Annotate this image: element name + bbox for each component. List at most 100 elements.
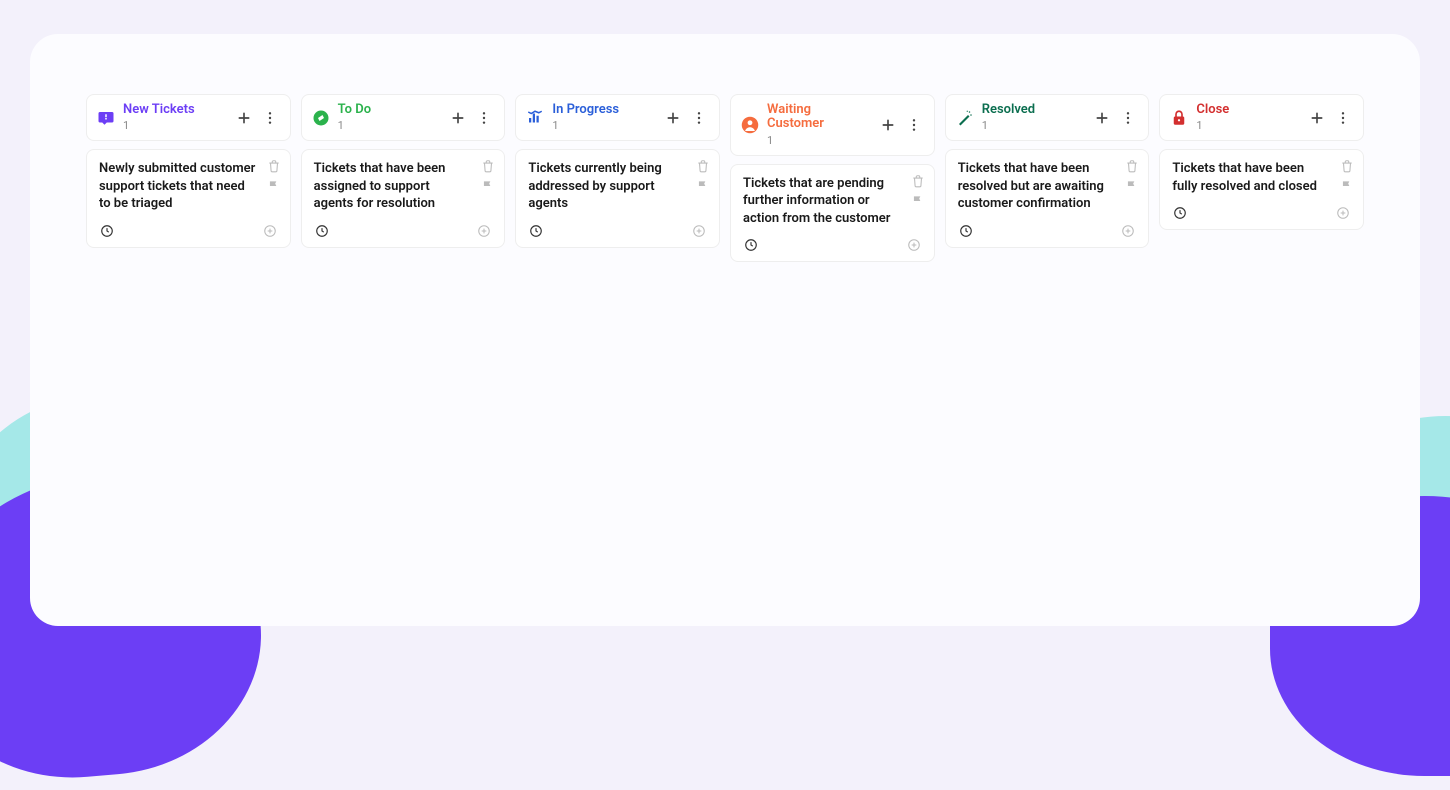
column-actions — [878, 115, 924, 135]
clock-icon[interactable] — [314, 223, 330, 239]
add-card-button[interactable] — [234, 108, 254, 128]
card-side-icons — [695, 158, 711, 194]
column-header: New Tickets 1 — [86, 94, 291, 141]
card-description: Tickets that are pending further informa… — [743, 175, 922, 228]
column-title[interactable]: In Progress — [552, 103, 655, 117]
column-title[interactable]: Waiting Customer — [767, 103, 870, 132]
clock-icon[interactable] — [743, 237, 759, 253]
card-description: Tickets that have been assigned to suppo… — [314, 160, 493, 213]
column-title-wrap: Resolved 1 — [982, 103, 1085, 132]
card-side-icons — [1124, 158, 1140, 194]
ticket-card[interactable]: Tickets currently being addressed by sup… — [515, 149, 720, 248]
ticket-card[interactable]: Tickets that have been resolved but are … — [945, 149, 1150, 248]
wand-icon — [956, 109, 974, 127]
column-title-wrap: Close 1 — [1196, 103, 1299, 132]
card-footer — [1172, 205, 1351, 221]
column-count: 1 — [123, 119, 226, 132]
delete-card-button[interactable] — [266, 158, 282, 174]
column-count: 1 — [982, 119, 1085, 132]
card-description: Newly submitted customer support tickets… — [99, 160, 278, 213]
column-waiting-customer: Waiting Customer 1 Tickets that are pendin… — [730, 94, 935, 626]
flag-card-button[interactable] — [695, 178, 711, 194]
add-subtask-button[interactable] — [1120, 223, 1136, 239]
delete-card-button[interactable] — [910, 173, 926, 189]
flag-card-button[interactable] — [910, 193, 926, 209]
column-title[interactable]: To Do — [338, 103, 441, 117]
ticket-card[interactable]: Newly submitted customer support tickets… — [86, 149, 291, 248]
column-more-button[interactable] — [904, 115, 924, 135]
column-actions — [663, 108, 709, 128]
card-description: Tickets currently being addressed by sup… — [528, 160, 707, 213]
card-side-icons — [910, 173, 926, 209]
column-count: 1 — [1196, 119, 1299, 132]
card-side-icons — [266, 158, 282, 194]
card-footer — [528, 223, 707, 239]
add-subtask-button[interactable] — [1335, 205, 1351, 221]
column-close: Close 1 Tickets that have been fully resol… — [1159, 94, 1364, 626]
card-description: Tickets that have been fully resolved an… — [1172, 160, 1351, 195]
column-count: 1 — [338, 119, 441, 132]
add-card-button[interactable] — [663, 108, 683, 128]
add-subtask-button[interactable] — [691, 223, 707, 239]
clock-icon[interactable] — [528, 223, 544, 239]
column-header: Waiting Customer 1 — [730, 94, 935, 156]
inbox-icon — [97, 109, 115, 127]
add-subtask-button[interactable] — [476, 223, 492, 239]
column-title[interactable]: Resolved — [982, 103, 1085, 117]
card-side-icons — [1339, 158, 1355, 194]
card-footer — [743, 237, 922, 253]
flag-card-button[interactable] — [266, 178, 282, 194]
flag-card-button[interactable] — [1124, 178, 1140, 194]
card-footer — [958, 223, 1137, 239]
column-new-tickets: New Tickets 1 Newly submitted customer sup… — [86, 94, 291, 626]
add-card-button[interactable] — [878, 115, 898, 135]
column-count: 1 — [767, 134, 870, 147]
column-header: Resolved 1 — [945, 94, 1150, 141]
clock-icon[interactable] — [1172, 205, 1188, 221]
ticket-card[interactable]: Tickets that are pending further informa… — [730, 164, 935, 263]
delete-card-button[interactable] — [480, 158, 496, 174]
card-footer — [99, 223, 278, 239]
column-resolved: Resolved 1 Tickets that have been resolved… — [945, 94, 1150, 626]
column-more-button[interactable] — [474, 108, 494, 128]
delete-card-button[interactable] — [1339, 158, 1355, 174]
column-more-button[interactable] — [1333, 108, 1353, 128]
add-card-button[interactable] — [1307, 108, 1327, 128]
add-card-button[interactable] — [448, 108, 468, 128]
clock-icon[interactable] — [958, 223, 974, 239]
kanban-board: New Tickets 1 Newly submitted customer sup… — [86, 94, 1364, 626]
column-header: To Do 1 — [301, 94, 506, 141]
add-card-button[interactable] — [1092, 108, 1112, 128]
delete-card-button[interactable] — [695, 158, 711, 174]
column-actions — [234, 108, 280, 128]
flag-card-button[interactable] — [1339, 178, 1355, 194]
add-subtask-button[interactable] — [906, 237, 922, 253]
column-title-wrap: New Tickets 1 — [123, 103, 226, 132]
column-more-button[interactable] — [1118, 108, 1138, 128]
add-subtask-button[interactable] — [262, 223, 278, 239]
card-description: Tickets that have been resolved but are … — [958, 160, 1137, 213]
column-title-wrap: Waiting Customer 1 — [767, 103, 870, 147]
clock-icon[interactable] — [99, 223, 115, 239]
column-count: 1 — [552, 119, 655, 132]
flag-card-button[interactable] — [480, 178, 496, 194]
column-header: In Progress 1 — [515, 94, 720, 141]
column-title[interactable]: New Tickets — [123, 103, 226, 117]
ticket-card[interactable]: Tickets that have been fully resolved an… — [1159, 149, 1364, 230]
card-footer — [314, 223, 493, 239]
column-in-progress: In Progress 1 Tickets currently being addr… — [515, 94, 720, 626]
column-actions — [1092, 108, 1138, 128]
card-side-icons — [480, 158, 496, 194]
column-more-button[interactable] — [689, 108, 709, 128]
column-actions — [448, 108, 494, 128]
person-icon — [741, 116, 759, 134]
column-actions — [1307, 108, 1353, 128]
delete-card-button[interactable] — [1124, 158, 1140, 174]
column-more-button[interactable] — [260, 108, 280, 128]
board-frame: New Tickets 1 Newly submitted customer sup… — [30, 34, 1420, 626]
column-title[interactable]: Close — [1196, 103, 1299, 117]
column-title-wrap: In Progress 1 — [552, 103, 655, 132]
lock-icon — [1170, 109, 1188, 127]
column-header: Close 1 — [1159, 94, 1364, 141]
ticket-card[interactable]: Tickets that have been assigned to suppo… — [301, 149, 506, 248]
